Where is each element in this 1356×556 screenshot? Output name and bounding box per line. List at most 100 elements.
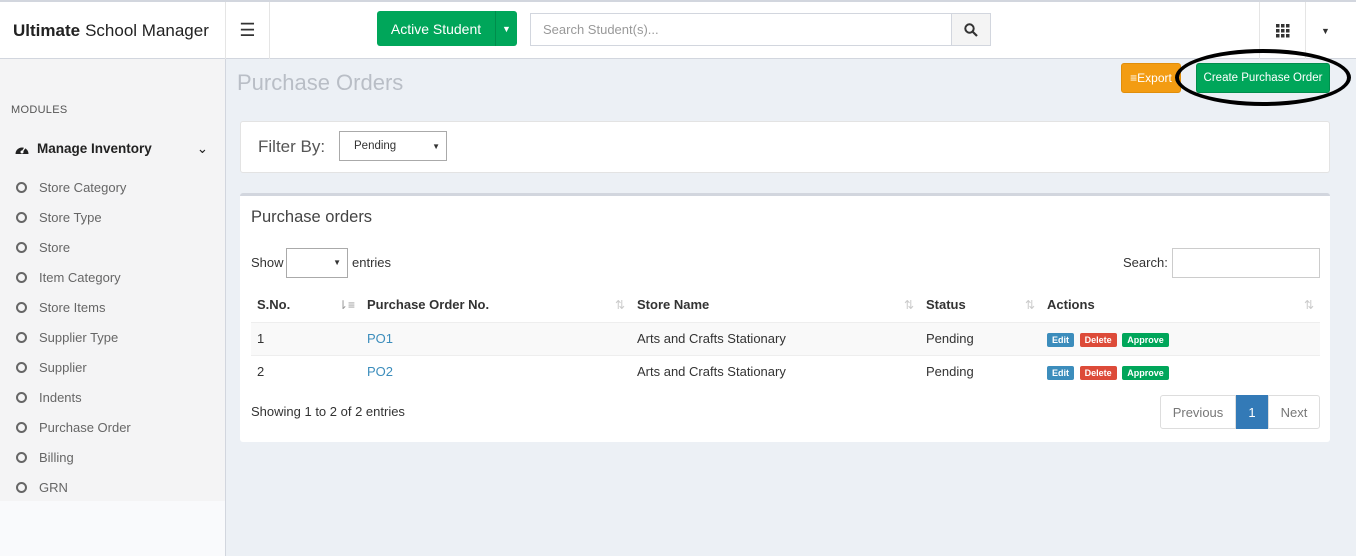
sidebar-item-label: Store Type	[39, 210, 102, 225]
active-student-label: Active Student	[390, 20, 482, 37]
column-label: Actions	[1047, 297, 1095, 313]
sort-icon: ⇅	[903, 298, 914, 312]
pagination-previous[interactable]: Previous	[1160, 395, 1236, 429]
po-link[interactable]: PO2	[367, 364, 393, 379]
sidebar-item-label: Item Category	[39, 270, 121, 285]
user-dropdown-button[interactable]: ▼	[1305, 2, 1345, 59]
export-label: Export	[1137, 71, 1172, 85]
table-search-input[interactable]	[1172, 248, 1320, 278]
active-student-button[interactable]: Active Student ▼	[377, 11, 517, 46]
sort-asc-icon: ⇂≡	[337, 298, 355, 312]
column-label: Status	[926, 297, 966, 313]
circle-icon	[16, 332, 27, 343]
table-row: 2 PO2 Arts and Crafts Stationary Pending…	[251, 354, 1320, 388]
sidebar-item-label: Billing	[39, 450, 74, 465]
sidebar-item-label: Manage Inventory	[37, 141, 152, 156]
sidebar-item-manage-inventory[interactable]: Manage Inventory ⌄	[14, 141, 214, 156]
sidebar-item-label: Purchase Order	[39, 420, 131, 435]
sidebar-item-billing[interactable]: Billing	[16, 450, 74, 465]
purchase-orders-table: S.No. ⇂≡ Purchase Order No. ⇅ Store Name ⇅ …	[251, 288, 1320, 388]
sidebar-item-label: GRN	[39, 480, 68, 495]
app-logo[interactable]: Ultimate School Manager	[0, 2, 226, 59]
cell-actions: Edit Delete Approve	[1041, 321, 1320, 355]
status-filter-value: Pending	[354, 140, 397, 152]
page-title: Purchase Orders	[237, 70, 404, 95]
sidebar-item-store-category[interactable]: Store Category	[16, 180, 126, 195]
edit-button[interactable]: Edit	[1047, 332, 1074, 347]
brand-rest: School Manager	[85, 20, 209, 40]
sidebar-item-store-items[interactable]: Store Items	[16, 300, 105, 315]
sidebar-item-label: Indents	[39, 390, 82, 405]
student-search-input[interactable]: Search Student(s)...	[530, 13, 952, 46]
caret-down-icon: ▼	[1321, 25, 1330, 36]
sidebar-item-indents[interactable]: Indents	[16, 390, 82, 405]
cell-sno: 1	[251, 321, 361, 355]
search-icon	[964, 22, 978, 37]
search-placeholder: Search Student(s)...	[543, 22, 659, 37]
delete-button[interactable]: Delete	[1079, 332, 1117, 347]
column-header-sno[interactable]: S.No. ⇂≡	[251, 288, 361, 323]
column-header-actions[interactable]: Actions ⇅	[1041, 288, 1320, 323]
circle-icon	[16, 392, 27, 403]
circle-icon	[16, 272, 27, 283]
circle-icon	[16, 362, 27, 373]
filter-label: Filter By:	[258, 137, 326, 156]
dashboard-icon	[15, 146, 29, 154]
circle-icon	[16, 302, 27, 313]
column-header-store-name[interactable]: Store Name ⇅	[631, 288, 920, 323]
entries-per-page-select[interactable]: ▼	[286, 248, 348, 278]
table-info: Showing 1 to 2 of 2 entries	[251, 404, 405, 419]
chevron-down-icon: ⌄	[196, 140, 208, 156]
sidebar-item-label: Store Items	[39, 300, 106, 315]
pagination-next[interactable]: Next	[1268, 395, 1320, 429]
sort-icon: ⇅	[614, 298, 625, 312]
sidebar-item-label: Supplier	[39, 360, 87, 375]
panel-title: Purchase orders	[251, 208, 373, 226]
cell-actions: Edit Delete Approve	[1041, 354, 1320, 388]
apps-grid-icon	[1275, 23, 1289, 37]
cell-status: Pending	[920, 354, 1041, 388]
sidebar-item-supplier-type[interactable]: Supplier Type	[16, 330, 118, 345]
sidebar-item-grn[interactable]: GRN	[16, 480, 68, 495]
sidebar-item-purchase-order[interactable]: Purchase Order	[16, 420, 131, 435]
export-button[interactable]: ≡ Export	[1121, 63, 1181, 93]
create-purchase-order-button[interactable]: Create Purchase Order	[1196, 63, 1330, 93]
pagination-page-1[interactable]: 1	[1236, 395, 1268, 429]
cell-store-name: Arts and Crafts Stationary	[631, 321, 920, 355]
column-label: Store Name	[637, 297, 710, 313]
show-label: Show	[251, 255, 284, 270]
sidebar-item-store-type[interactable]: Store Type	[16, 210, 102, 225]
approve-button[interactable]: Approve	[1122, 332, 1169, 347]
sidebar-item-supplier[interactable]: Supplier	[16, 360, 87, 375]
column-header-status[interactable]: Status ⇅	[920, 288, 1041, 323]
sidebar-item-item-category[interactable]: Item Category	[16, 270, 121, 285]
delete-button[interactable]: Delete	[1079, 365, 1117, 380]
circle-icon	[16, 482, 27, 493]
table-search-label: Search:	[1123, 255, 1168, 270]
sidebar: MODULES Manage Inventory ⌄ Store Categor…	[0, 59, 226, 556]
approve-button[interactable]: Approve	[1122, 365, 1169, 380]
cell-store-name: Arts and Crafts Stationary	[631, 354, 920, 388]
sort-icon: ⇅	[1303, 298, 1314, 312]
circle-icon	[16, 452, 27, 463]
pagination: Previous 1 Next	[1160, 395, 1320, 429]
column-label: Purchase Order No.	[367, 297, 490, 313]
menu-toggle-button[interactable]: ☰	[226, 2, 270, 59]
apps-button[interactable]	[1259, 2, 1305, 59]
sidebar-item-label: Store Category	[39, 180, 127, 195]
status-filter-select[interactable]: Pending ▼	[339, 131, 447, 161]
sidebar-item-label: Supplier Type	[39, 330, 119, 345]
edit-button[interactable]: Edit	[1047, 365, 1074, 380]
caret-down-icon[interactable]: ▼	[495, 11, 517, 46]
caret-down-icon: ▼	[432, 141, 440, 151]
sidebar-item-store[interactable]: Store	[16, 240, 70, 255]
column-label: S.No.	[257, 297, 291, 313]
filter-panel: Filter By: Pending ▼	[240, 121, 1330, 173]
column-header-po-number[interactable]: Purchase Order No. ⇅	[361, 288, 631, 323]
sidebar-item-label: Store	[39, 240, 71, 255]
po-link[interactable]: PO1	[367, 331, 393, 346]
entries-label: entries	[352, 255, 392, 270]
menu-icon: ☰	[239, 20, 256, 40]
search-button[interactable]	[951, 13, 991, 46]
cell-sno: 2	[251, 354, 361, 388]
